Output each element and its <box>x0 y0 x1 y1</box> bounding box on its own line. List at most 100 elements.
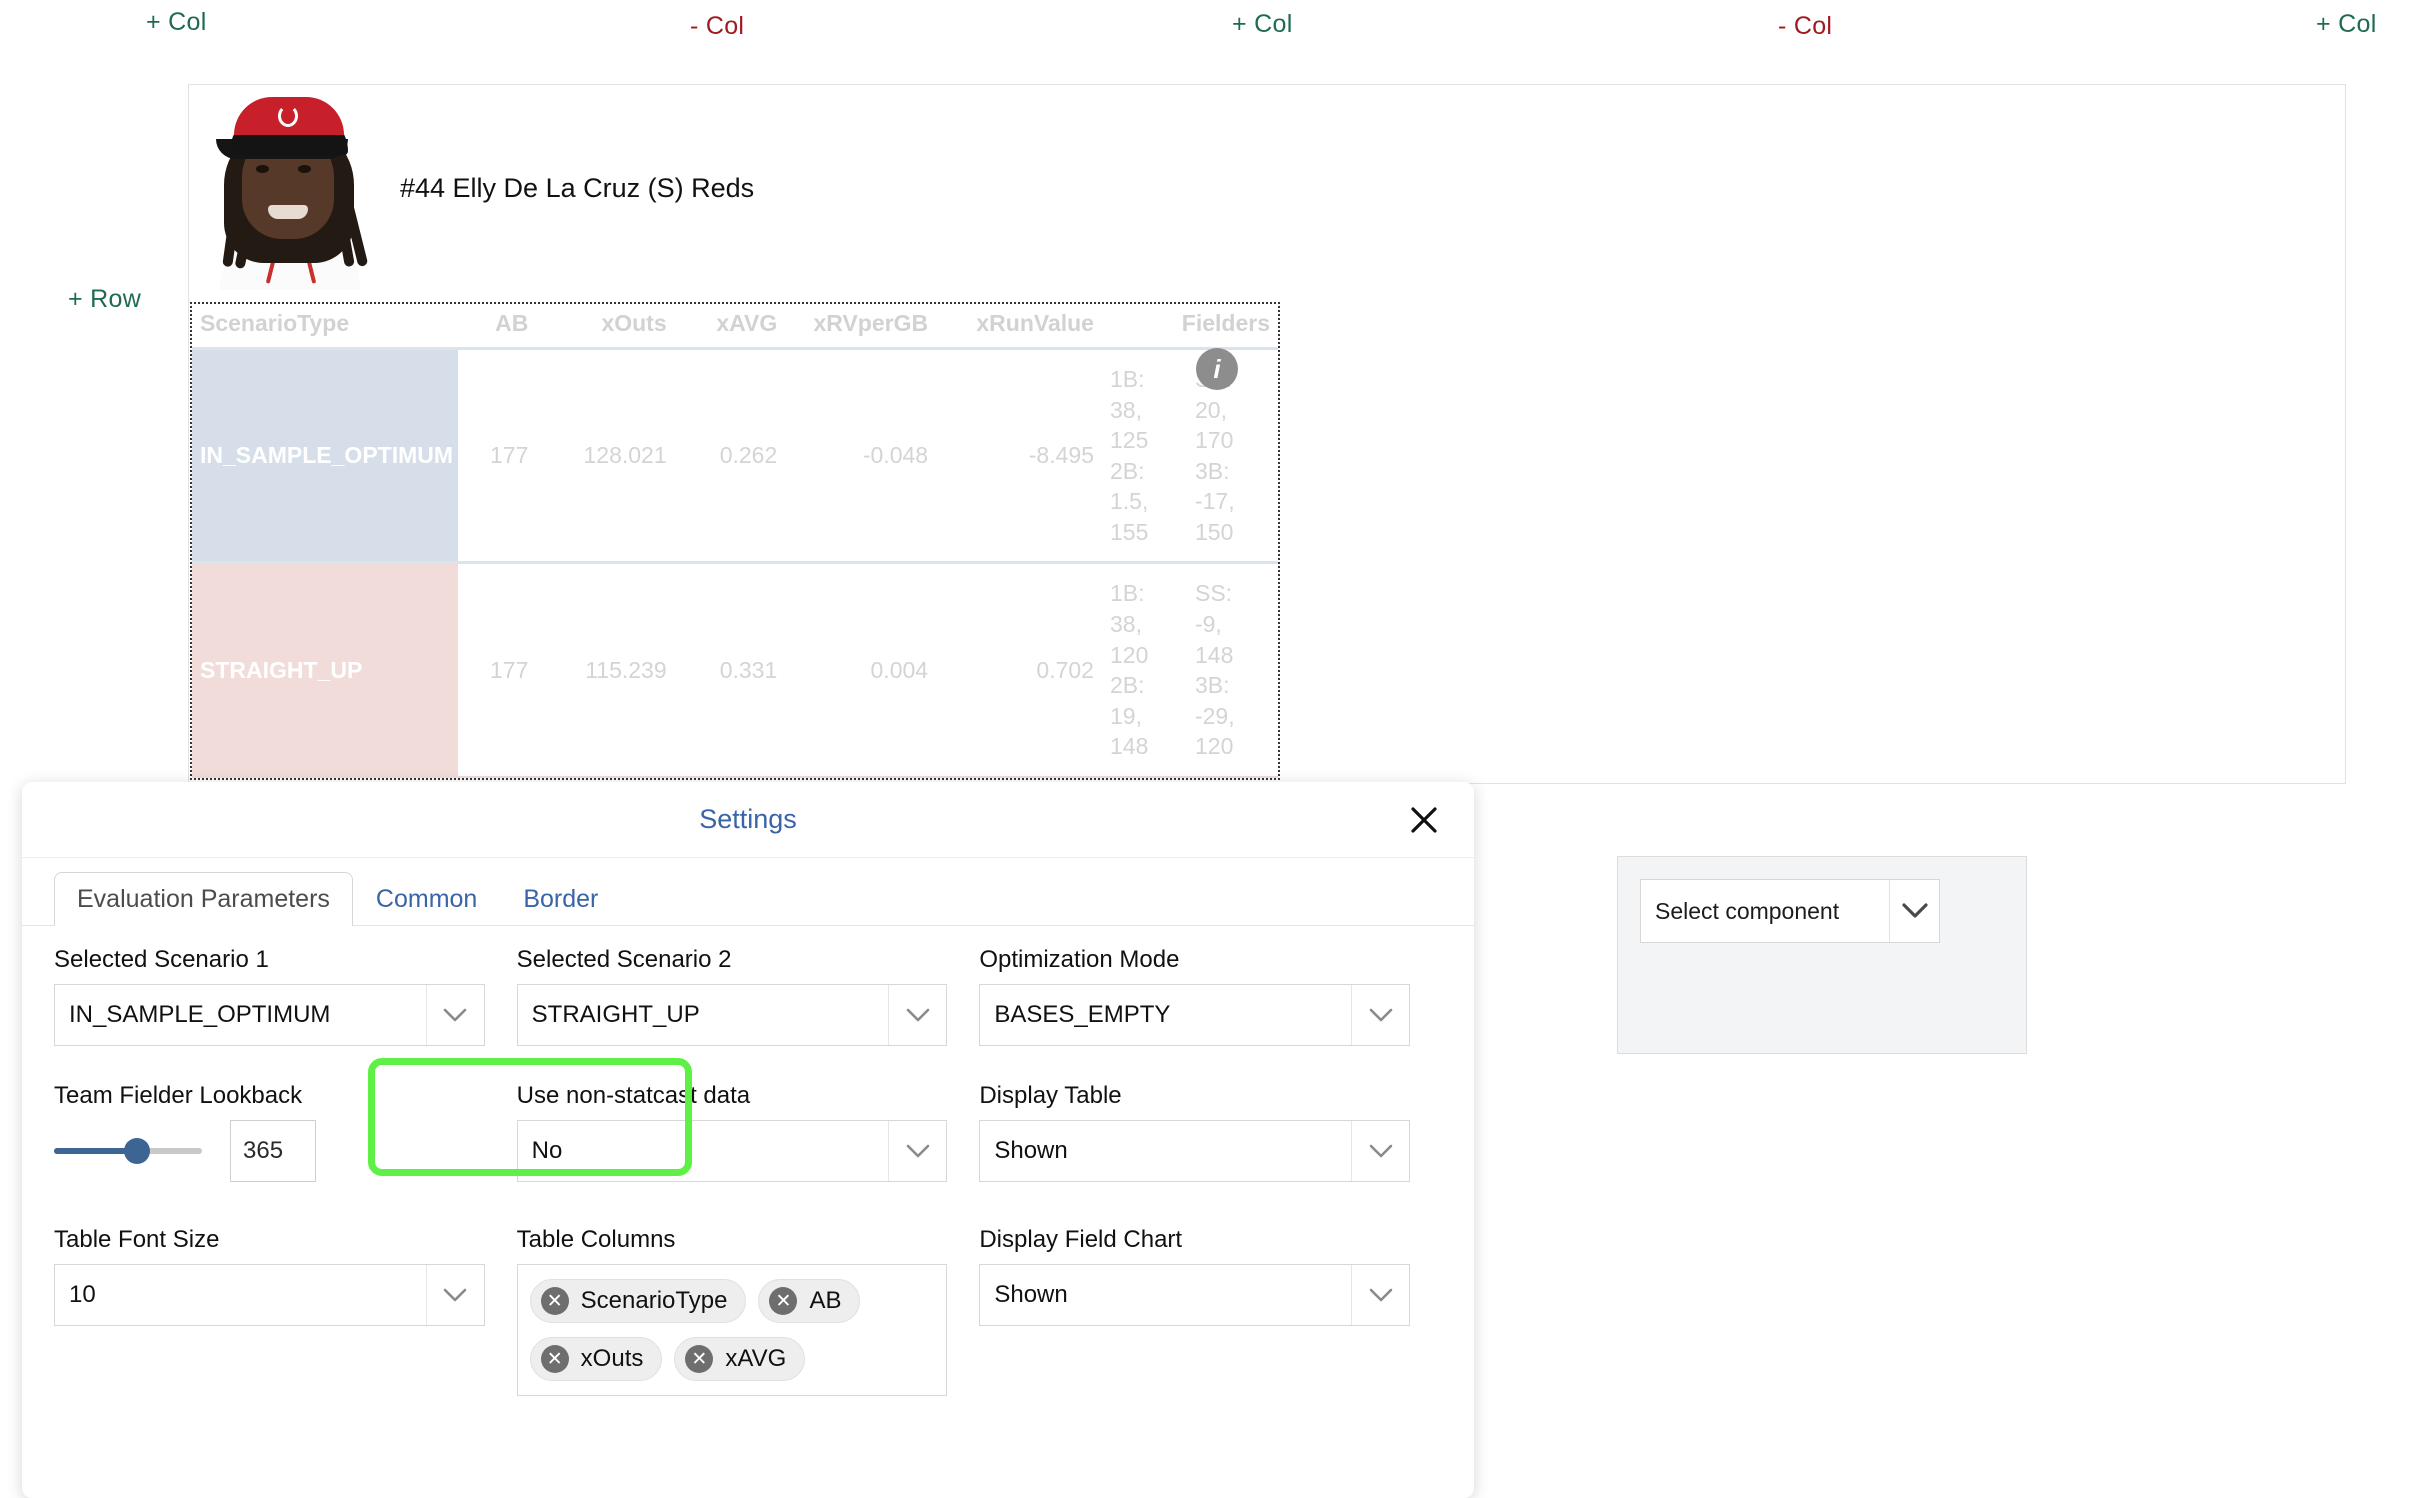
cell-scenario: STRAIGHT_UP <box>192 563 458 777</box>
scenario-table: i ScenarioType AB xOuts xAVG xRVperGB xR… <box>190 302 1280 780</box>
cell-ab: 177 <box>458 563 536 777</box>
display-field-chart-dropdown[interactable]: Shown <box>979 1264 1410 1326</box>
label-selected-scenario-2: Selected Scenario 2 <box>517 946 948 974</box>
label-team-fielder-lookback: Team Fielder Lookback <box>54 1082 485 1110</box>
label-optimization-mode: Optimization Mode <box>979 946 1410 974</box>
remove-chip-icon[interactable]: ✕ <box>685 1345 713 1373</box>
close-icon[interactable] <box>1404 800 1444 840</box>
player-name: #44 Elly De La Cruz (S) Reds <box>400 173 754 204</box>
player-header: #44 Elly De La Cruz (S) Reds <box>190 86 754 291</box>
col-header-xrunvalue: xRunValue <box>936 304 1102 349</box>
chip-ab[interactable]: ✕ AB <box>758 1279 860 1323</box>
field-use-non-statcast-data: Use non-statcast data No <box>517 1082 980 1182</box>
chevron-down-icon <box>1351 1265 1409 1325</box>
cell-xouts: 128.021 <box>536 349 674 563</box>
field-display-field-chart: Display Field Chart Shown <box>979 1226 1442 1396</box>
form-row-2: Team Fielder Lookback 365 Use non-statca… <box>54 1082 1442 1182</box>
chevron-down-icon <box>888 985 946 1045</box>
remove-col-button-1[interactable]: - Col <box>690 12 744 41</box>
field-table-columns: Table Columns ✕ ScenarioType ✕ AB <box>517 1226 980 1396</box>
label-display-table: Display Table <box>979 1082 1410 1110</box>
slider-handle[interactable] <box>124 1138 150 1164</box>
display-table-dropdown[interactable]: Shown <box>979 1120 1410 1182</box>
field-team-fielder-lookback: Team Fielder Lookback 365 <box>54 1082 517 1182</box>
add-col-button-3[interactable]: + Col <box>2316 10 2377 39</box>
display-field-chart-value: Shown <box>980 1265 1351 1325</box>
chevron-down-icon <box>1351 1121 1409 1181</box>
selected-scenario-2-value: STRAIGHT_UP <box>518 985 889 1045</box>
chip-label: ScenarioType <box>581 1287 728 1315</box>
tab-common[interactable]: Common <box>353 872 500 926</box>
col-header-xrvpergb: xRVperGB <box>785 304 936 349</box>
tab-evaluation-parameters[interactable]: Evaluation Parameters <box>54 872 353 926</box>
cell-fielders: 1B: 38, 120 2B: 19, 148 SS: -9, 148 3B: … <box>1102 563 1278 777</box>
field-selected-scenario-1: Selected Scenario 1 IN_SAMPLE_OPTIMUM <box>54 946 517 1046</box>
player-headshot <box>190 87 386 290</box>
col-header-fielders: Fielders <box>1102 304 1278 349</box>
add-col-button-1[interactable]: + Col <box>146 8 207 37</box>
component-selector-panel: Select component <box>1617 856 2027 1054</box>
table-header-row: ScenarioType AB xOuts xAVG xRVperGB xRun… <box>192 304 1278 349</box>
cell-xavg: 0.262 <box>675 349 786 563</box>
cell-xrvpergb: -0.048 <box>785 349 936 563</box>
use-non-statcast-data-value: No <box>518 1121 889 1181</box>
selected-scenario-2-dropdown[interactable]: STRAIGHT_UP <box>517 984 948 1046</box>
settings-dialog: Settings Evaluation Parameters Common Bo… <box>22 782 1474 1498</box>
cell-fielders: 1B: 38, 125 2B: 1.5, 155 SS: 20, 170 3B:… <box>1102 349 1278 563</box>
display-table-value: Shown <box>980 1121 1351 1181</box>
chevron-down-icon <box>426 1265 484 1325</box>
label-display-field-chart: Display Field Chart <box>979 1226 1410 1254</box>
optimization-mode-value: BASES_EMPTY <box>980 985 1351 1045</box>
label-table-columns: Table Columns <box>517 1226 948 1254</box>
team-fielder-lookback-input[interactable]: 365 <box>230 1120 316 1182</box>
chip-label: xOuts <box>581 1345 644 1373</box>
field-optimization-mode: Optimization Mode BASES_EMPTY <box>979 946 1442 1046</box>
cell-ab: 177 <box>458 349 536 563</box>
fielders-left-col: 1B: 38, 125 2B: 1.5, 155 <box>1110 364 1185 547</box>
select-component-dropdown[interactable]: Select component <box>1640 879 1940 943</box>
app-canvas: + Col - Col + Col - Col + Col + Row #44 … <box>0 0 2420 1498</box>
info-icon[interactable]: i <box>1196 348 1238 390</box>
col-header-scenariotype: ScenarioType <box>192 304 458 349</box>
field-selected-scenario-2: Selected Scenario 2 STRAIGHT_UP <box>517 946 980 1046</box>
cell-xrunvalue: -8.495 <box>936 349 1102 563</box>
cell-xavg: 0.331 <box>675 563 786 777</box>
chip-xouts[interactable]: ✕ xOuts <box>530 1337 663 1381</box>
use-non-statcast-data-dropdown[interactable]: No <box>517 1120 948 1182</box>
chevron-down-icon <box>426 985 484 1045</box>
fielders-right-col: SS: -9, 148 3B: -29, 120 <box>1195 578 1270 761</box>
dialog-title: Settings <box>699 804 797 835</box>
add-col-button-2[interactable]: + Col <box>1232 10 1293 39</box>
chip-label: xAVG <box>725 1345 786 1373</box>
selected-scenario-1-value: IN_SAMPLE_OPTIMUM <box>55 985 426 1045</box>
cell-xouts: 115.239 <box>536 563 674 777</box>
remove-col-button-2[interactable]: - Col <box>1778 12 1832 41</box>
col-header-xouts: xOuts <box>536 304 674 349</box>
form-row-3: Table Font Size 10 Table Columns ✕ <box>54 1226 1442 1396</box>
chevron-down-icon <box>1351 985 1409 1045</box>
remove-chip-icon[interactable]: ✕ <box>541 1345 569 1373</box>
chip-xavg[interactable]: ✕ xAVG <box>674 1337 805 1381</box>
cell-scenario: IN_SAMPLE_OPTIMUM <box>192 349 458 563</box>
field-display-table: Display Table Shown <box>979 1082 1442 1182</box>
fielders-right-col: SS: 20, 170 3B: -17, 150 <box>1195 364 1270 547</box>
evaluation-parameters-form: Selected Scenario 1 IN_SAMPLE_OPTIMUM Se… <box>22 926 1474 1396</box>
cell-xrvpergb: 0.004 <box>785 563 936 777</box>
fielders-left-col: 1B: 38, 120 2B: 19, 148 <box>1110 578 1185 761</box>
remove-chip-icon[interactable]: ✕ <box>769 1287 797 1315</box>
chip-scenariotype[interactable]: ✕ ScenarioType <box>530 1279 747 1323</box>
table-font-size-dropdown[interactable]: 10 <box>54 1264 485 1326</box>
table-row: STRAIGHT_UP 177 115.239 0.331 0.004 0.70… <box>192 563 1278 777</box>
remove-chip-icon[interactable]: ✕ <box>541 1287 569 1315</box>
team-fielder-lookback-slider[interactable] <box>54 1148 202 1154</box>
add-row-button[interactable]: + Row <box>68 285 141 314</box>
chevron-down-icon <box>888 1121 946 1181</box>
label-table-font-size: Table Font Size <box>54 1226 485 1254</box>
cell-xrunvalue: 0.702 <box>936 563 1102 777</box>
selected-scenario-1-dropdown[interactable]: IN_SAMPLE_OPTIMUM <box>54 984 485 1046</box>
col-header-ab: AB <box>458 304 536 349</box>
table-columns-chip-container[interactable]: ✕ ScenarioType ✕ AB ✕ xOuts <box>517 1264 948 1396</box>
optimization-mode-dropdown[interactable]: BASES_EMPTY <box>979 984 1410 1046</box>
table-row: IN_SAMPLE_OPTIMUM 177 128.021 0.262 -0.0… <box>192 349 1278 563</box>
tab-border[interactable]: Border <box>500 872 621 926</box>
